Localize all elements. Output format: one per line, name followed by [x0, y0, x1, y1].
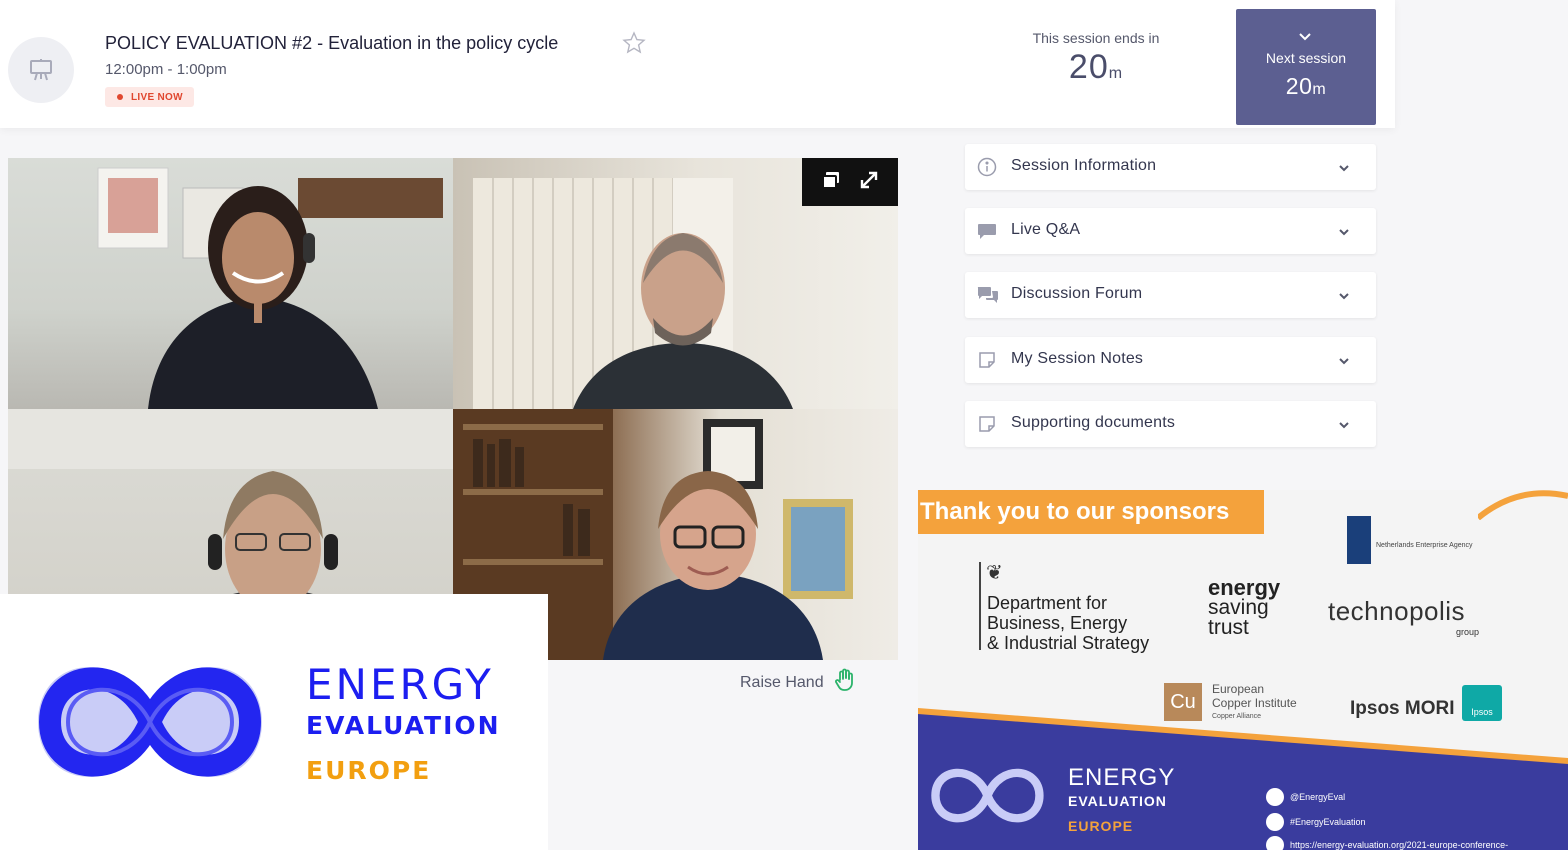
supporting-documents-panel[interactable]: Supporting documents [965, 401, 1376, 447]
logo-mark-icon [38, 667, 262, 777]
netherlands-crest-icon [1347, 516, 1371, 564]
live-dot-icon [117, 94, 123, 100]
panel-label: Supporting documents [1011, 414, 1176, 431]
linkedin-handle: #EnergyEvaluation [1266, 813, 1366, 831]
slide-footer-band [918, 708, 1568, 850]
info-icon [977, 157, 997, 177]
beis-line: & Industrial Strategy [987, 633, 1150, 653]
beis-line: Department for [987, 593, 1108, 613]
twitter-icon [1266, 788, 1284, 806]
linkedin-icon [1266, 813, 1284, 831]
energy-evaluation-logo: ENERGY EVALUATION EUROPE [0, 594, 548, 850]
logo-text-evaluation: EVALUATION [306, 711, 501, 740]
est-bold: energy [1208, 575, 1281, 600]
discussion-forum-panel[interactable]: Discussion Forum [965, 272, 1376, 318]
cu-line: European [1212, 682, 1265, 696]
chevron-down-icon [1337, 418, 1351, 437]
footer-europe: EUROPE [1068, 818, 1134, 834]
chevron-down-icon [1337, 225, 1351, 244]
social-text: @EnergyEval [1290, 792, 1346, 802]
next-session-button[interactable]: Next session 20m [1236, 9, 1376, 125]
next-session-unit: m [1312, 81, 1327, 98]
star-outline-icon[interactable] [622, 31, 646, 60]
participant-video [8, 158, 453, 409]
logo-text-europe: EUROPE [306, 756, 432, 785]
globe-icon [1266, 836, 1284, 850]
technopolis-group: group [1456, 627, 1480, 637]
sponsors-banner-text: Thank you to our sponsors [920, 498, 1230, 525]
technopolis-logo: technopolis [1328, 596, 1466, 626]
twitter-handle: @EnergyEval [1266, 788, 1345, 806]
panel-label: Discussion Forum [1011, 285, 1143, 302]
energy-saving-trust-logo: energy saving trust [1208, 575, 1281, 639]
note-icon [977, 350, 997, 370]
raise-hand-button[interactable]: Raise Hand [740, 668, 856, 697]
social-text: https://energy-evaluation.org/2021-europ… [1290, 840, 1509, 850]
my-session-notes-panel[interactable]: My Session Notes [965, 337, 1376, 383]
next-session-label: Next session [1265, 50, 1347, 66]
sponsors-banner: Thank you to our sponsors [918, 490, 1264, 534]
footer-evaluation: EVALUATION [1068, 793, 1167, 809]
note-icon [977, 414, 997, 434]
social-text: #EnergyEvaluation [1290, 817, 1366, 827]
session-header: POLICY EVALUATION #2 - Evaluation in the… [0, 0, 1395, 128]
session-ends-unit: m [1108, 65, 1124, 82]
session-title: POLICY EVALUATION #2 - Evaluation in the… [105, 33, 559, 53]
hand-icon [824, 668, 856, 697]
live-qa-panel[interactable]: Live Q&A [965, 208, 1376, 254]
next-session-value: 20 [1285, 73, 1313, 99]
logo-text-energy: ENERGY [306, 660, 494, 709]
live-badge-label: LIVE NOW [131, 91, 183, 103]
session-information-panel[interactable]: Session Information [965, 144, 1376, 190]
fullscreen-icon[interactable] [858, 169, 880, 196]
panel-label: Live Q&A [1011, 221, 1081, 238]
video-controls [802, 158, 898, 206]
est-line: saving [1208, 596, 1269, 619]
sponsors-slide: Thank you to our sponsors ❦ Department f… [918, 490, 1568, 850]
est-line: trust [1208, 616, 1249, 639]
page: POLICY EVALUATION #2 - Evaluation in the… [0, 0, 1568, 850]
netherlands-agency-text: Netherlands Enterprise Agency [1376, 542, 1473, 549]
beis-line: Business, Energy [987, 613, 1128, 633]
beis-logo: Department for Business, Energy & Indust… [987, 593, 1187, 653]
presentation-board-icon [8, 37, 74, 103]
chevron-down-icon [1337, 161, 1351, 180]
picture-in-picture-icon[interactable] [820, 169, 842, 196]
chevron-down-icon [1297, 29, 1313, 50]
session-ends-countdown: 20m [1010, 48, 1182, 87]
session-ends-value: 20 [1068, 48, 1109, 86]
panel-label: My Session Notes [1011, 350, 1144, 367]
panel-label: Session Information [1011, 157, 1157, 174]
chat-bubble-icon [977, 221, 997, 241]
chat-bubbles-icon [977, 285, 998, 305]
session-ends-label: This session ends in [1032, 30, 1160, 46]
session-time: 12:00pm - 1:00pm [105, 61, 227, 78]
beis-divider [979, 562, 981, 650]
video-stream[interactable] [8, 158, 898, 660]
raise-hand-label: Raise Hand [740, 673, 824, 691]
next-session-countdown: 20m [1236, 73, 1376, 100]
website-url: https://energy-evaluation.org/2021-europ… [1266, 836, 1508, 850]
live-now-badge: LIVE NOW [105, 87, 194, 107]
chevron-down-icon [1337, 289, 1351, 308]
chevron-down-icon [1337, 354, 1351, 373]
royal-crest-icon: ❦ [986, 562, 1003, 584]
footer-energy: ENERGY [1068, 764, 1176, 791]
